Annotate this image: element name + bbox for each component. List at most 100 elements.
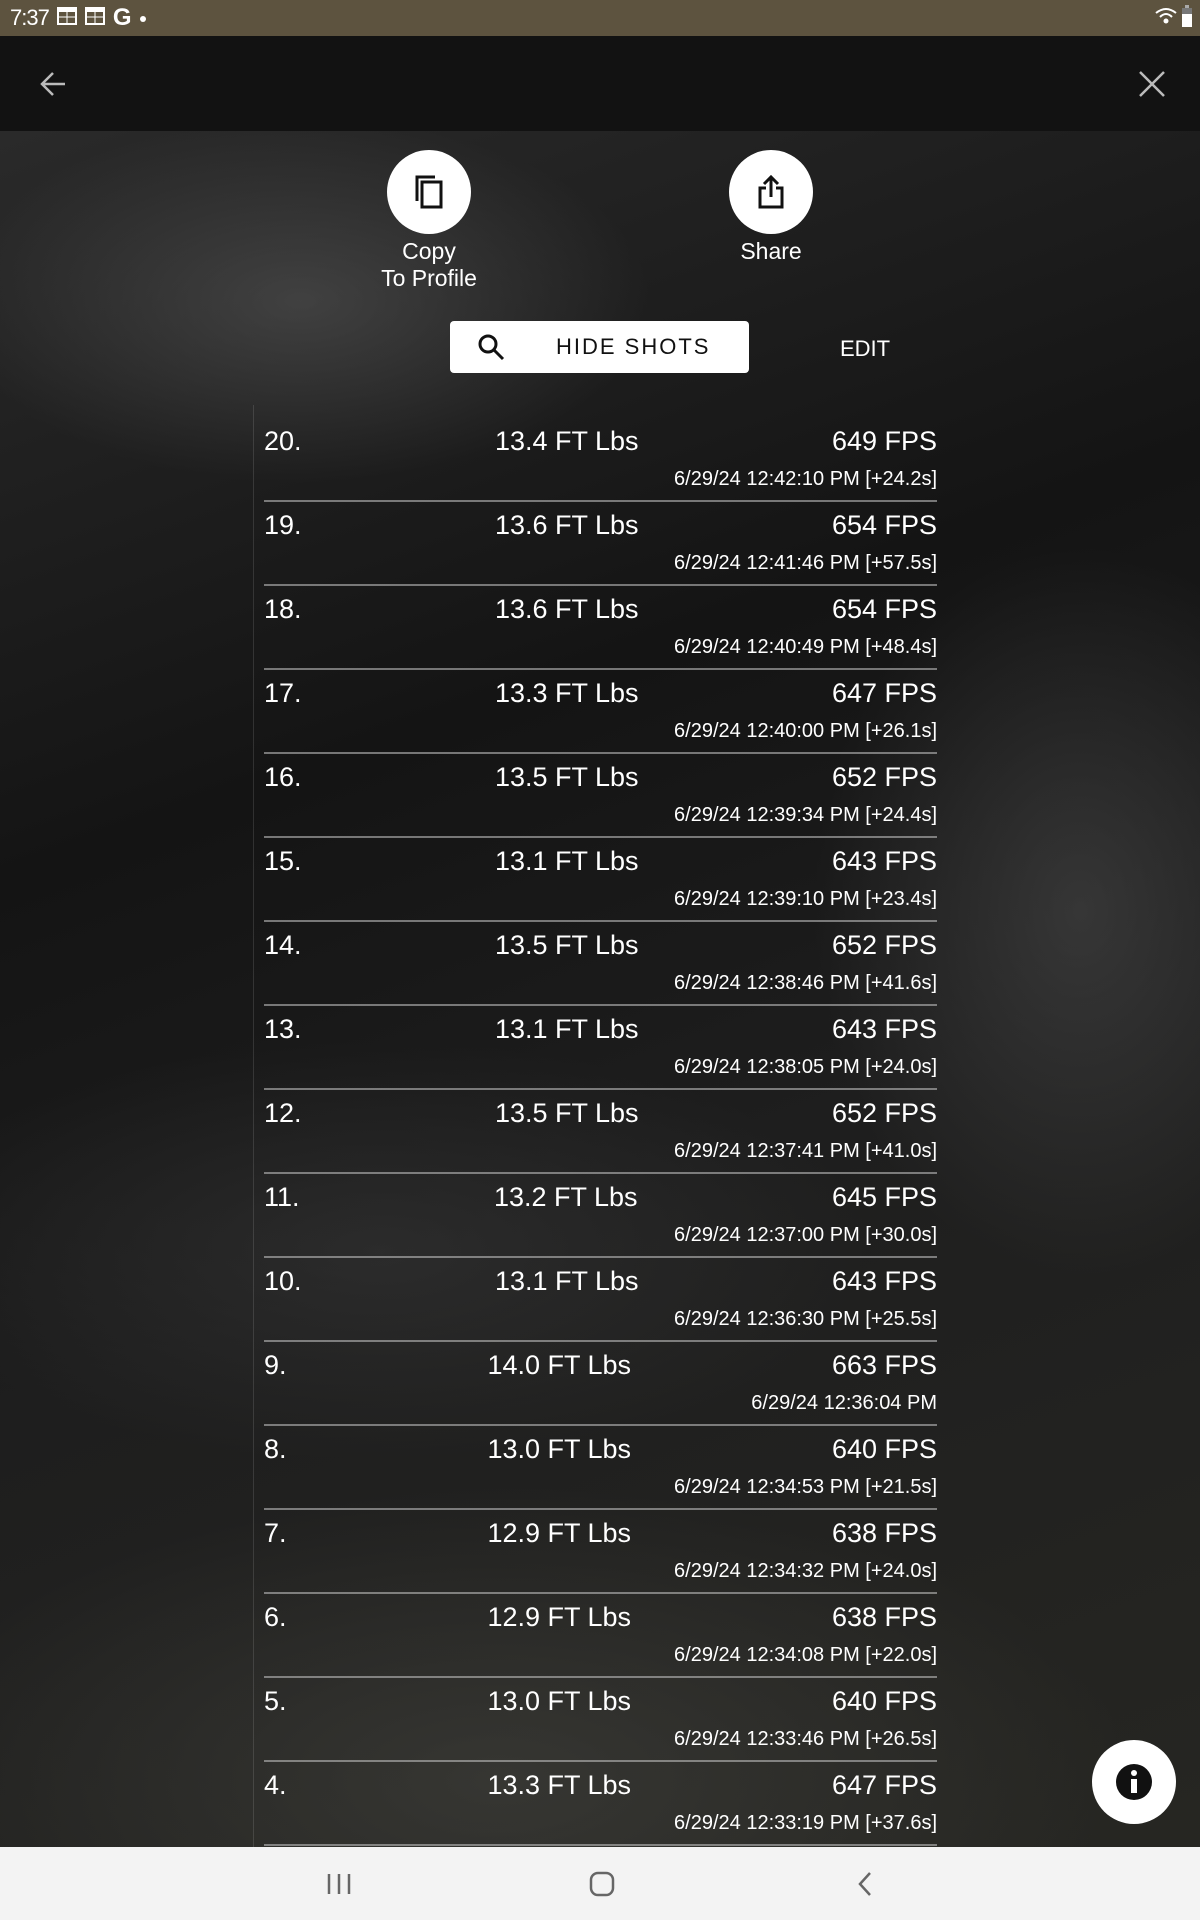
share-button[interactable] (729, 150, 813, 234)
shot-timestamp: 6/29/24 12:36:04 PM (751, 1392, 937, 1414)
copy-label-line2: To Profile (381, 265, 477, 291)
search-icon (478, 334, 505, 361)
shot-row[interactable]: 19. 13.6 FT Lbs 654 FPS 6/29/24 12:41:46 PM… (264, 502, 937, 586)
shot-velocity: 652 FPS (831, 929, 937, 960)
shot-row[interactable]: 17. 13.3 FT Lbs 647 FPS 6/29/24 12:40:00 PM… (264, 670, 937, 754)
shot-row[interactable]: 4. 13.3 FT Lbs 647 FPS 6/29/24 12:33:19 PM … (264, 1762, 937, 1846)
shot-timestamp: 6/29/24 12:38:05 PM [+24.0s] (674, 1056, 937, 1078)
copy-to-profile-label: Copy To Profile (329, 238, 529, 292)
shot-row[interactable]: 18. 13.6 FT Lbs 654 FPS 6/29/24 12:40:49 PM… (264, 586, 937, 670)
shot-row[interactable]: 9. 14.0 FT Lbs 663 FPS 6/29/24 12:36:04 PM (264, 1342, 937, 1426)
back-button[interactable] (27, 58, 79, 110)
hide-shots-label: HIDE SHOTS (556, 334, 711, 359)
shot-timestamp: 6/29/24 12:34:32 PM [+24.0s] (674, 1560, 937, 1582)
shot-row-main: 4. 13.3 FT Lbs 647 FPS (264, 1762, 937, 1808)
home-icon (589, 1871, 615, 1897)
list-divider (253, 405, 254, 1847)
nav-back-button[interactable] (835, 1859, 895, 1909)
shot-number: 14. (264, 929, 302, 960)
shot-velocity: 647 FPS (831, 1769, 937, 1800)
shot-velocity: 638 FPS (831, 1601, 937, 1632)
share-icon (758, 175, 784, 209)
battery-icon (1182, 4, 1192, 32)
shot-row[interactable]: 16. 13.5 FT Lbs 652 FPS 6/29/24 12:39:34 PM… (264, 754, 937, 838)
shot-velocity: 640 FPS (831, 1433, 937, 1464)
shot-row-main: 19. 13.6 FT Lbs 654 FPS (264, 502, 937, 548)
system-nav-bar (0, 1847, 1200, 1920)
hide-shots-button[interactable]: HIDE SHOTS (450, 321, 749, 373)
shot-energy: 12.9 FT Lbs (487, 1517, 632, 1548)
share-label: Share (740, 238, 802, 264)
shot-row[interactable]: 8. 13.0 FT Lbs 640 FPS 6/29/24 12:34:53 PM … (264, 1426, 937, 1510)
shot-timestamp: 6/29/24 12:34:08 PM [+22.0s] (674, 1644, 937, 1666)
info-button[interactable] (1092, 1740, 1176, 1824)
copy-icon (415, 175, 443, 209)
shot-number: 12. (264, 1097, 302, 1128)
shot-energy: 13.6 FT Lbs (494, 593, 639, 624)
shot-energy: 13.1 FT Lbs (494, 1265, 639, 1296)
shot-energy: 13.5 FT Lbs (494, 761, 639, 792)
shot-timestamp: 6/29/24 12:33:46 PM [+26.5s] (674, 1728, 937, 1750)
shot-row[interactable]: 5. 13.0 FT Lbs 640 FPS 6/29/24 12:33:46 PM … (264, 1678, 937, 1762)
shot-velocity: 640 FPS (831, 1685, 937, 1716)
shot-row[interactable]: 15. 13.1 FT Lbs 643 FPS 6/29/24 12:39:10 PM… (264, 838, 937, 922)
shot-timestamp: 6/29/24 12:33:19 PM [+37.6s] (674, 1812, 937, 1834)
shot-row[interactable]: 12. 13.5 FT Lbs 652 FPS 6/29/24 12:37:41 PM… (264, 1090, 937, 1174)
shot-row[interactable]: 7. 12.9 FT Lbs 638 FPS 6/29/24 12:34:32 PM … (264, 1510, 937, 1594)
back-icon (858, 1872, 871, 1896)
shot-energy: 13.4 FT Lbs (494, 425, 639, 456)
shot-velocity: 643 FPS (831, 845, 937, 876)
shot-row-main: 11. 13.2 FT Lbs 645 FPS (264, 1174, 937, 1220)
shot-timestamp: 6/29/24 12:41:46 PM [+57.5s] (674, 552, 937, 574)
recent-apps-button[interactable] (309, 1859, 369, 1909)
shot-energy: 13.5 FT Lbs (494, 929, 639, 960)
shot-energy: 13.0 FT Lbs (487, 1433, 632, 1464)
shot-row-main: 18. 13.6 FT Lbs 654 FPS (264, 586, 937, 632)
edit-button[interactable]: EDIT (830, 332, 900, 366)
shot-row[interactable]: 14. 13.5 FT Lbs 652 FPS 6/29/24 12:38:46 PM… (264, 922, 937, 1006)
home-button[interactable] (572, 1859, 632, 1909)
shot-number: 13. (264, 1013, 302, 1044)
shot-velocity: 652 FPS (831, 1097, 937, 1128)
shot-row-main: 14. 13.5 FT Lbs 652 FPS (264, 922, 937, 968)
shot-row[interactable]: 11. 13.2 FT Lbs 645 FPS 6/29/24 12:37:00 PM… (264, 1174, 937, 1258)
shot-row[interactable]: 20. 13.4 FT Lbs 649 FPS 6/29/24 12:42:10 PM… (264, 418, 937, 502)
shot-row-main: 17. 13.3 FT Lbs 647 FPS (264, 670, 937, 716)
shot-velocity: 654 FPS (831, 509, 937, 540)
calendar-icon (56, 6, 77, 30)
shot-row-main: 6. 12.9 FT Lbs 638 FPS (264, 1594, 937, 1640)
calendar-icon (84, 6, 105, 30)
shot-timestamp: 6/29/24 12:34:53 PM [+21.5s] (674, 1476, 937, 1498)
shot-row-main: 12. 13.5 FT Lbs 652 FPS (264, 1090, 937, 1136)
shot-number: 7. (264, 1517, 287, 1548)
arrow-left-icon (40, 72, 65, 96)
shot-row-main: 15. 13.1 FT Lbs 643 FPS (264, 838, 937, 884)
shot-row[interactable]: 13. 13.1 FT Lbs 643 FPS 6/29/24 12:38:05 PM… (264, 1006, 937, 1090)
shot-row-main: 13. 13.1 FT Lbs 643 FPS (264, 1006, 937, 1052)
shot-number: 10. (264, 1265, 302, 1296)
shot-row-main: 5. 13.0 FT Lbs 640 FPS (264, 1678, 937, 1724)
shot-velocity: 638 FPS (831, 1517, 937, 1548)
shot-velocity: 647 FPS (831, 677, 937, 708)
dot-icon (139, 9, 146, 27)
shot-energy: 13.0 FT Lbs (487, 1685, 632, 1716)
wifi-icon (1154, 6, 1178, 31)
info-icon (1116, 1764, 1152, 1800)
copy-label-line1: Copy (402, 238, 456, 264)
close-button[interactable] (1126, 58, 1178, 110)
shot-energy: 13.3 FT Lbs (487, 1769, 632, 1800)
copy-to-profile-button[interactable] (387, 150, 471, 234)
status-bar: 7:37 G (0, 0, 1200, 36)
shot-timestamp: 6/29/24 12:38:46 PM [+41.6s] (674, 972, 937, 994)
shot-list[interactable]: 20. 13.4 FT Lbs 649 FPS 6/29/24 12:42:10 PM… (264, 418, 937, 1846)
shot-number: 8. (264, 1433, 287, 1464)
shot-velocity: 652 FPS (831, 761, 937, 792)
shot-energy: 13.1 FT Lbs (494, 1013, 639, 1044)
recent-apps-icon (327, 1874, 351, 1894)
shot-row[interactable]: 10. 13.1 FT Lbs 643 FPS 6/29/24 12:36:30 PM… (264, 1258, 937, 1342)
shot-timestamp: 6/29/24 12:36:30 PM [+25.5s] (674, 1308, 937, 1330)
shot-energy: 13.6 FT Lbs (494, 509, 639, 540)
shot-velocity: 649 FPS (831, 425, 937, 456)
shot-row[interactable]: 6. 12.9 FT Lbs 638 FPS 6/29/24 12:34:08 PM … (264, 1594, 937, 1678)
shot-timestamp: 6/29/24 12:40:00 PM [+26.1s] (674, 720, 937, 742)
